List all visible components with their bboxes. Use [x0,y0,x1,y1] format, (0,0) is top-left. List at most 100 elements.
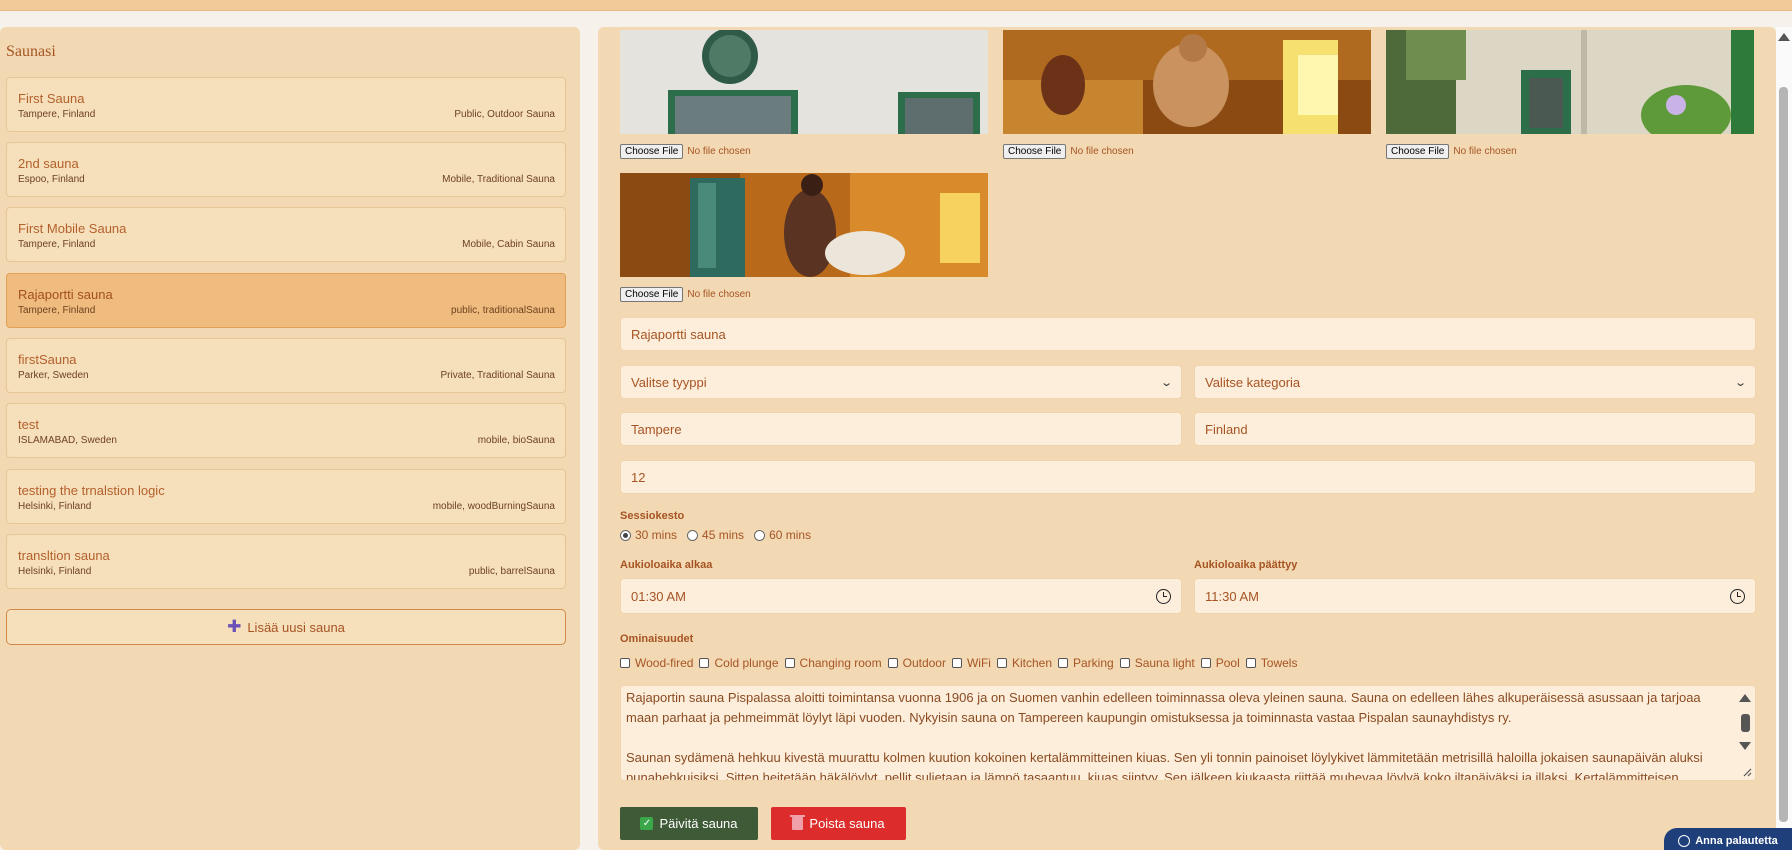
sauna-name: Rajaportti sauna [18,287,113,302]
sauna-name-input[interactable]: Rajaportti sauna [620,317,1756,351]
session-option[interactable]: 60 mins [754,528,811,542]
update-sauna-label: Päivitä sauna [659,816,738,831]
sauna-category: Mobile, Traditional Sauna [442,174,555,185]
plus-icon: ✚ [227,617,242,636]
city-input[interactable]: Tampere [620,412,1182,446]
radio-button[interactable] [754,529,766,541]
sauna-list-item[interactable]: First Mobile Sauna Tampere, Finland Mobi… [6,207,566,262]
sauna-name: firstSauna [18,352,77,367]
delete-sauna-button[interactable]: Poista sauna [771,807,906,840]
sauna-list-item[interactable]: testing the trnalstion logic Helsinki, F… [6,469,566,524]
clock-icon[interactable] [1730,588,1745,604]
feature-label: Cold plunge [714,656,779,670]
feature-label: Sauna light [1134,656,1195,670]
add-sauna-button[interactable]: ✚ Lisää uusi sauna [6,609,566,645]
open-time-label: Aukioloaika alkaa [620,559,713,571]
sauna-category: Public, Outdoor Sauna [454,109,555,120]
checkbox[interactable] [1058,658,1068,668]
city-value: Tampere [631,421,682,437]
features-label: Ominaisuudet [620,633,694,645]
feature-option[interactable]: Pool [1200,656,1240,670]
close-time-label: Aukioloaika päättyy [1194,559,1298,571]
no-file-text: No file chosen [687,289,751,300]
category-select[interactable]: Valitse kategoria ⌄ [1194,365,1756,399]
feature-label: Outdoor [902,656,946,670]
session-option[interactable]: 30 mins [620,528,677,542]
feature-option[interactable]: Sauna light [1119,656,1195,670]
checkbox[interactable] [887,658,898,668]
choose-file-button[interactable]: Choose File [620,144,684,159]
open-time-value: 01:30 AM [631,588,686,604]
scroll-up-arrow-icon[interactable] [1778,33,1790,41]
sauna-photo [1003,30,1371,134]
checkbox[interactable] [1245,658,1256,668]
description-paragraph: Rajaportin sauna Pispalassa aloitti toim… [626,690,1701,725]
country-value: Finland [1205,421,1248,437]
sauna-photo [1386,30,1754,134]
sauna-list-item-active[interactable]: Rajaportti sauna Tampere, Finland public… [6,273,566,328]
sauna-location: ISLAMABAD, Sweden [18,435,117,446]
sauna-list-item[interactable]: transltion sauna Helsinki, Finland publi… [6,534,566,589]
sauna-list-item[interactable]: First Sauna Tampere, Finland Public, Out… [6,77,566,132]
type-select[interactable]: Valitse tyyppi ⌄ [620,365,1182,399]
capacity-input[interactable]: 12 [620,460,1756,494]
feature-option[interactable]: Parking [1058,656,1114,670]
sauna-list-item[interactable]: test ISLAMABAD, Sweden mobile, bioSauna [6,403,566,458]
open-time-input[interactable]: 01:30 AM [620,578,1182,614]
feature-option[interactable]: WiFi [951,656,991,670]
clock-icon[interactable] [1156,588,1171,604]
feedback-button[interactable]: Anna palautetta [1664,828,1792,850]
file-input[interactable]: Choose File No file chosen [620,144,751,159]
file-input[interactable]: Choose File No file chosen [1386,144,1517,159]
sauna-name: testing the trnalstion logic [18,483,165,498]
sauna-list-item[interactable]: firstSauna Parker, Sweden Private, Tradi… [6,338,566,393]
choose-file-button[interactable]: Choose File [620,287,684,302]
trash-icon [790,815,806,830]
feature-option[interactable]: Towels [1245,656,1297,670]
checkbox[interactable] [996,658,1007,668]
radio-button[interactable] [620,529,631,541]
category-select-value: Valitse kategoria [1205,374,1301,390]
checkbox[interactable] [951,658,962,668]
feature-option[interactable]: Wood-fired [620,656,693,670]
checkbox[interactable] [1119,658,1130,668]
feedback-label: Anna palautetta [1695,835,1778,847]
description-paragraph: Saunan sydämenä hehkuu kivestä muurattu … [626,750,1703,781]
feature-option[interactable]: Kitchen [996,656,1052,670]
choose-file-button[interactable]: Choose File [1003,144,1067,159]
feature-label: WiFi [966,656,991,670]
feature-option[interactable]: Cold plunge [699,656,779,670]
checkbox[interactable] [620,658,630,668]
checkbox[interactable] [699,658,710,668]
sauna-name-value: Rajaportti sauna [631,326,726,342]
close-time-input[interactable]: 11:30 AM [1194,578,1756,614]
sauna-name: First Sauna [18,91,85,106]
feature-option[interactable]: Changing room [784,656,882,670]
sauna-name: First Mobile Sauna [18,221,127,236]
capacity-value: 12 [631,469,646,485]
radio-button[interactable] [687,529,699,541]
description-textarea[interactable]: Rajaportin sauna Pispalassa aloitti toim… [620,685,1756,781]
sauna-edit-panel: Choose File No file chosen Choose File N… [598,27,1776,850]
textarea-scrollbar[interactable] [1735,686,1755,780]
sauna-category: mobile, woodBurningSauna [432,501,555,512]
feature-label: Pool [1215,656,1240,670]
file-input[interactable]: Choose File No file chosen [620,287,751,302]
chat-bubble-icon [1678,835,1691,847]
checkbox[interactable] [1200,658,1211,668]
sauna-location: Helsinki, Finland [18,566,92,577]
checkbox[interactable] [784,658,795,668]
scrollbar-thumb[interactable] [1779,87,1788,822]
country-input[interactable]: Finland [1194,412,1756,446]
feature-option[interactable]: Outdoor [887,656,946,670]
update-sauna-button[interactable]: ✓ Päivitä sauna [620,807,758,840]
session-option-label: 30 mins [635,528,678,542]
feature-label: Kitchen [1011,656,1052,670]
session-option[interactable]: 45 mins [687,528,744,542]
feature-label: Wood-fired [635,656,694,670]
choose-file-button[interactable]: Choose File [1386,144,1450,159]
sauna-list-item[interactable]: 2nd sauna Espoo, Finland Mobile, Traditi… [6,142,566,197]
session-label: Sessiokesto [620,510,685,522]
file-input[interactable]: Choose File No file chosen [1003,144,1134,159]
page-scrollbar[interactable] [1776,27,1792,850]
